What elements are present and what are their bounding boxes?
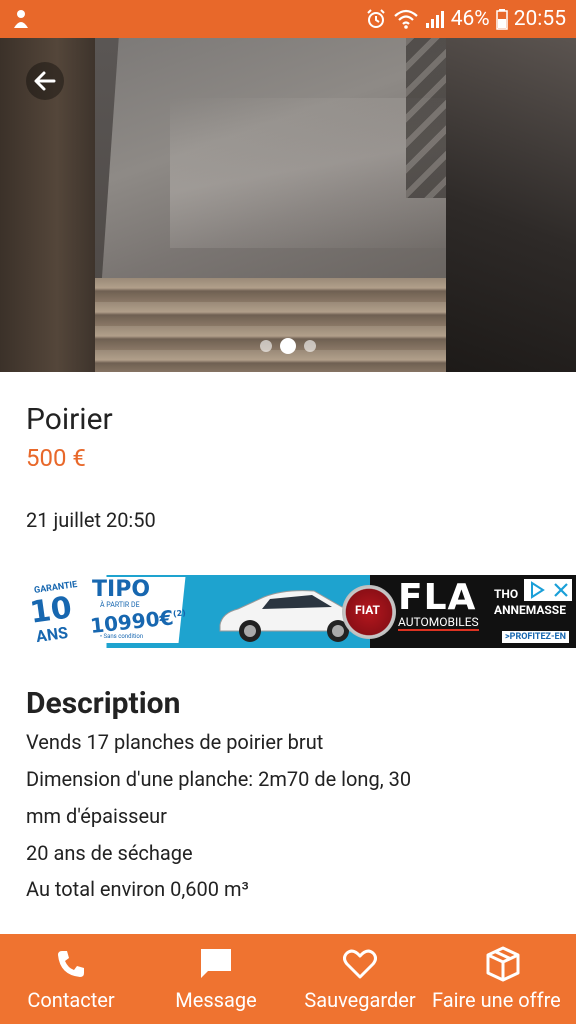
make-offer-button[interactable]: Faire une offre (432, 934, 576, 1024)
photo-shadow (446, 38, 576, 372)
save-label: Sauvegarder (304, 988, 416, 1012)
listing-title: Poirier (26, 402, 113, 437)
ad-choices[interactable] (524, 579, 572, 601)
ad-brand: FIAT (355, 603, 380, 617)
ad-guarantee-unit: ANS (34, 622, 70, 647)
phone-icon (54, 946, 88, 982)
carousel-dot[interactable] (260, 340, 272, 352)
carousel-dot-active[interactable] (280, 338, 296, 354)
make-offer-label: Faire une offre (432, 988, 561, 1012)
contact-button[interactable]: Contacter (12, 934, 130, 1024)
carousel-indicator (0, 338, 576, 354)
back-button[interactable] (26, 62, 64, 100)
listing-photo[interactable] (0, 38, 576, 372)
ad-city-line2: ANNEMASSE (494, 603, 566, 617)
ad-model-name: TIPO (92, 577, 151, 602)
status-bar: 46% 20:55 (0, 0, 576, 38)
contact-label: Contacter (27, 988, 115, 1012)
message-label: Message (175, 988, 257, 1012)
description-line: Dimension d'une planche: 2m70 de long, 3… (26, 767, 412, 791)
offer-box-icon (484, 946, 522, 982)
alarm-icon (365, 8, 387, 30)
description-heading: Description (26, 686, 181, 721)
ad-dealer-sub: AUTOMOBILES (398, 615, 479, 631)
description-line: mm d'épaisseur (26, 804, 167, 828)
arrow-left-icon (34, 71, 56, 91)
heart-icon (343, 946, 377, 982)
ad-from-label: À PARTIR DE (100, 601, 140, 609)
battery-percent: 46% (450, 7, 490, 31)
ad-cta[interactable]: >PROFITEZ-EN (502, 631, 569, 643)
message-icon (198, 946, 234, 982)
ad-condition: • Sans condition (100, 633, 144, 640)
description-line: 20 ans de séchage (26, 841, 193, 865)
listing-date: 21 juillet 20:50 (26, 508, 156, 532)
clock-time: 20:55 (513, 7, 566, 31)
battery-icon (495, 8, 508, 30)
wifi-icon (393, 8, 419, 30)
carousel-dot[interactable] (304, 340, 316, 352)
message-button[interactable]: Message (160, 934, 272, 1024)
description-line: Au total environ 0,600 m³ (26, 877, 249, 901)
signal-icon (425, 8, 445, 30)
ad-city-line1: THO (494, 587, 519, 601)
close-icon[interactable] (553, 582, 569, 598)
listing-price: 500 € (26, 444, 86, 472)
save-button[interactable]: Sauvegarder (296, 934, 424, 1024)
ad-banner[interactable]: GARANTIE 10 ANS TIPO À PARTIR DE 10990€(… (0, 575, 576, 648)
adchoices-icon[interactable] (528, 581, 546, 599)
bottom-action-bar: Contacter Message Sauvegarder Faire une … (0, 934, 576, 1024)
ad-dealer: FLA (398, 577, 477, 618)
app-notification-icon (10, 8, 32, 30)
description-line: Vends 17 planches de poirier brut (26, 730, 324, 754)
